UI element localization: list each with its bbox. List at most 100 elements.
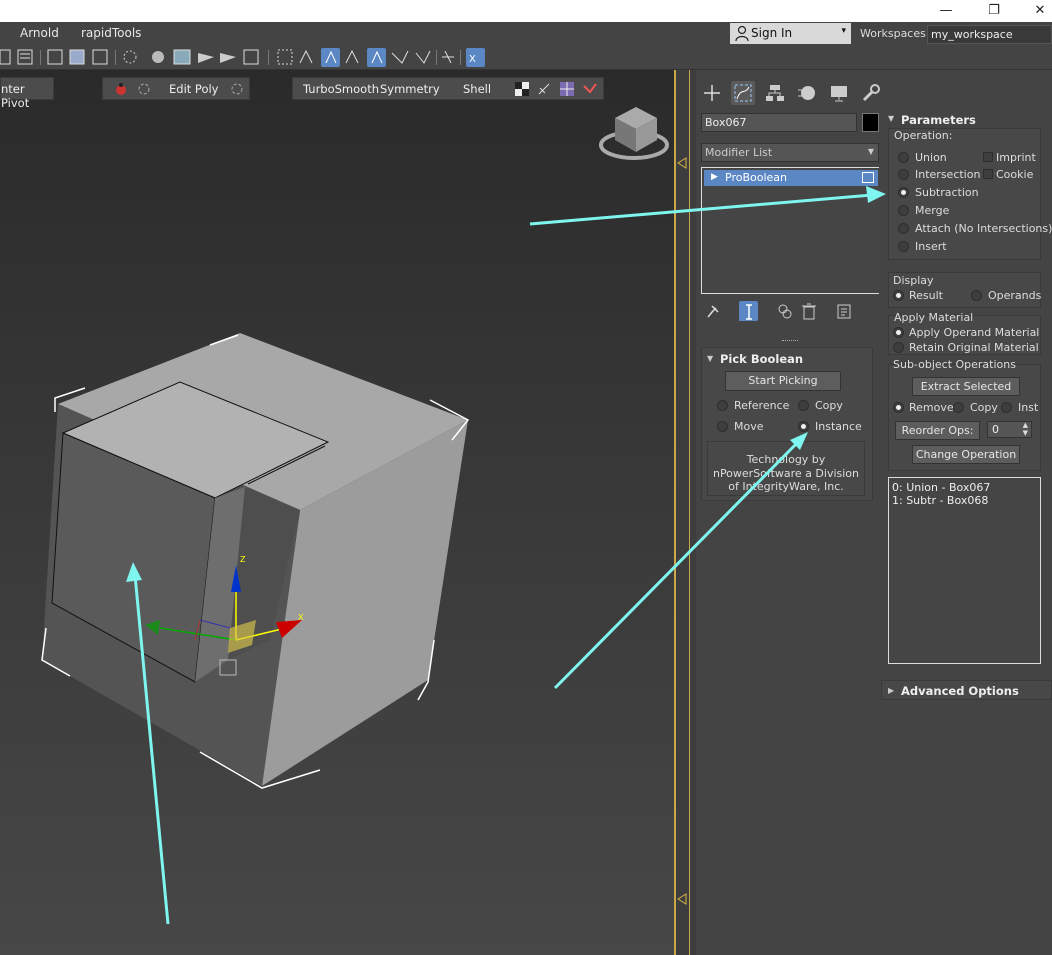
copy-radio[interactable] — [798, 400, 809, 411]
intersection-radio[interactable] — [898, 169, 909, 180]
subtraction-radio[interactable] — [898, 187, 909, 198]
move-radio[interactable] — [717, 421, 728, 432]
copy-subobject-label: Copy — [970, 401, 998, 414]
merge-radio[interactable] — [898, 205, 909, 216]
modifier-list-label: Modifier List — [705, 146, 773, 159]
collapse-arrow-icon[interactable] — [676, 893, 688, 905]
menu-rapidtools[interactable]: rapidTools — [81, 26, 141, 40]
tab-modify[interactable] — [731, 81, 755, 105]
copy-subobject-radio[interactable] — [953, 402, 964, 413]
modify-curve-icon — [734, 84, 752, 102]
hierarchy-icon — [766, 85, 784, 101]
panel-splitter[interactable] — [782, 340, 798, 342]
trash-icon[interactable] — [799, 301, 819, 321]
window-titlebar: — ❐ ✕ — [0, 0, 1052, 22]
modifier-list-dropdown[interactable]: Modifier List ▼ — [701, 143, 879, 162]
cookie-label: Cookie — [996, 168, 1034, 181]
tab-display[interactable] — [827, 81, 851, 105]
gizmo-z-label: Z — [240, 555, 246, 564]
operation-label: Operation: — [894, 129, 953, 142]
inst-radio[interactable] — [1001, 402, 1012, 413]
reorder-ops-button[interactable]: Reorder Ops: — [895, 421, 980, 440]
minimize-button[interactable]: — — [926, 0, 966, 22]
menu-arnold[interactable]: Arnold — [20, 26, 59, 40]
chevron-down-icon: ▾ — [841, 26, 846, 36]
sign-in-dropdown[interactable]: Sign In ▾ — [730, 23, 851, 44]
tab-hierarchy[interactable] — [763, 81, 787, 105]
instance-radio[interactable] — [798, 421, 809, 432]
extract-selected-button[interactable]: Extract Selected — [912, 377, 1020, 396]
instance-label: Instance — [815, 420, 862, 433]
attach-label: Attach (No Intersections) — [915, 222, 1052, 235]
operands-radio[interactable] — [971, 290, 982, 301]
result-radio[interactable] — [893, 290, 904, 301]
subtraction-label: Subtraction — [915, 186, 979, 199]
close-button[interactable]: ✕ — [1020, 0, 1052, 22]
apply-operand-material-radio[interactable] — [893, 327, 904, 338]
tab-motion[interactable] — [795, 81, 819, 105]
list-item[interactable]: 0: Union - Box067 — [892, 481, 990, 494]
configure-sets-icon[interactable] — [834, 301, 854, 321]
technology-credit-box: Technology by nPowerSoftware a Division … — [707, 441, 865, 496]
advanced-options-title[interactable]: Advanced Options — [901, 684, 1019, 698]
imprint-label: Imprint — [996, 151, 1036, 164]
retain-original-material-label: Retain Original Material — [909, 341, 1039, 354]
expand-triangle-icon[interactable]: ▶ — [888, 686, 894, 695]
operands-list[interactable]: 0: Union - Box067 1: Subtr - Box068 — [888, 477, 1041, 664]
operands-label: Operands — [988, 289, 1042, 302]
pin-stack-icon[interactable] — [703, 301, 723, 321]
result-label: Result — [909, 289, 943, 302]
scene-view: Z X — [41, 107, 669, 789]
union-radio[interactable] — [898, 152, 909, 163]
viewport-side-line — [689, 70, 690, 955]
reorder-ops-spinner[interactable]: 0 ▲ ▼ — [987, 421, 1032, 438]
collapse-triangle-icon[interactable]: ▼ — [888, 114, 894, 123]
merge-label: Merge — [915, 204, 950, 217]
cookie-checkbox[interactable] — [983, 169, 993, 179]
viewcube[interactable] — [599, 107, 669, 160]
move-label: Move — [734, 420, 764, 433]
list-item[interactable]: 1: Subtr - Box068 — [892, 494, 988, 507]
sign-in-label: Sign In — [751, 26, 793, 40]
insert-radio[interactable] — [898, 241, 909, 252]
stack-item-proboolean[interactable]: ▶ ProBoolean — [704, 170, 878, 186]
tech-credit-line3: of IntegrityWare, Inc. — [728, 480, 844, 493]
reference-radio[interactable] — [717, 400, 728, 411]
tech-credit-line1: Technology by — [746, 453, 826, 466]
object-name-field[interactable]: Box067 — [701, 113, 857, 132]
tech-credit-line2: nPowerSoftware a Division — [712, 467, 860, 480]
pick-boolean-title[interactable]: Pick Boolean — [720, 352, 803, 366]
workspaces-select[interactable]: my_workspace — [927, 25, 1052, 44]
tab-create[interactable] — [700, 81, 724, 105]
boolean-cube[interactable] — [42, 333, 468, 786]
toolbar-icons: X — [0, 48, 485, 67]
show-end-result-icon[interactable] — [738, 301, 758, 321]
collapse-triangle-icon[interactable]: ▼ — [707, 354, 713, 363]
stack-options-icon[interactable] — [862, 172, 874, 183]
object-color-swatch[interactable] — [862, 113, 879, 132]
expand-triangle-icon[interactable]: ▶ — [711, 172, 718, 182]
intersection-label: Intersection — [915, 168, 981, 181]
copy-label: Copy — [815, 399, 843, 412]
parameters-title[interactable]: Parameters — [901, 113, 976, 127]
main-toolbar: X — [0, 45, 1052, 70]
chevron-down-icon: ▼ — [867, 147, 874, 156]
reorder-ops-value: 0 — [992, 423, 999, 436]
imprint-checkbox[interactable] — [983, 152, 993, 162]
collapse-arrow-icon[interactable] — [676, 157, 688, 169]
change-operation-button[interactable]: Change Operation — [912, 445, 1020, 464]
spinner-arrows-icon[interactable]: ▲ ▼ — [1023, 421, 1028, 437]
attach-radio[interactable] — [898, 223, 909, 234]
union-label: Union — [915, 151, 947, 164]
maximize-button[interactable]: ❐ — [974, 0, 1014, 22]
start-picking-button[interactable]: Start Picking — [725, 371, 841, 391]
retain-original-material-radio[interactable] — [893, 342, 904, 353]
remove-radio[interactable] — [893, 402, 904, 413]
gizmo-x-label: X — [298, 613, 304, 622]
subobject-operations-label: Sub-object Operations — [893, 358, 1016, 371]
workspaces-label: Workspaces: — [860, 27, 930, 40]
apply-operand-material-label: Apply Operand Material — [909, 326, 1040, 339]
make-unique-icon[interactable] — [775, 301, 795, 321]
display-label: Display — [893, 274, 934, 287]
inst-label: Inst — [1018, 401, 1039, 414]
